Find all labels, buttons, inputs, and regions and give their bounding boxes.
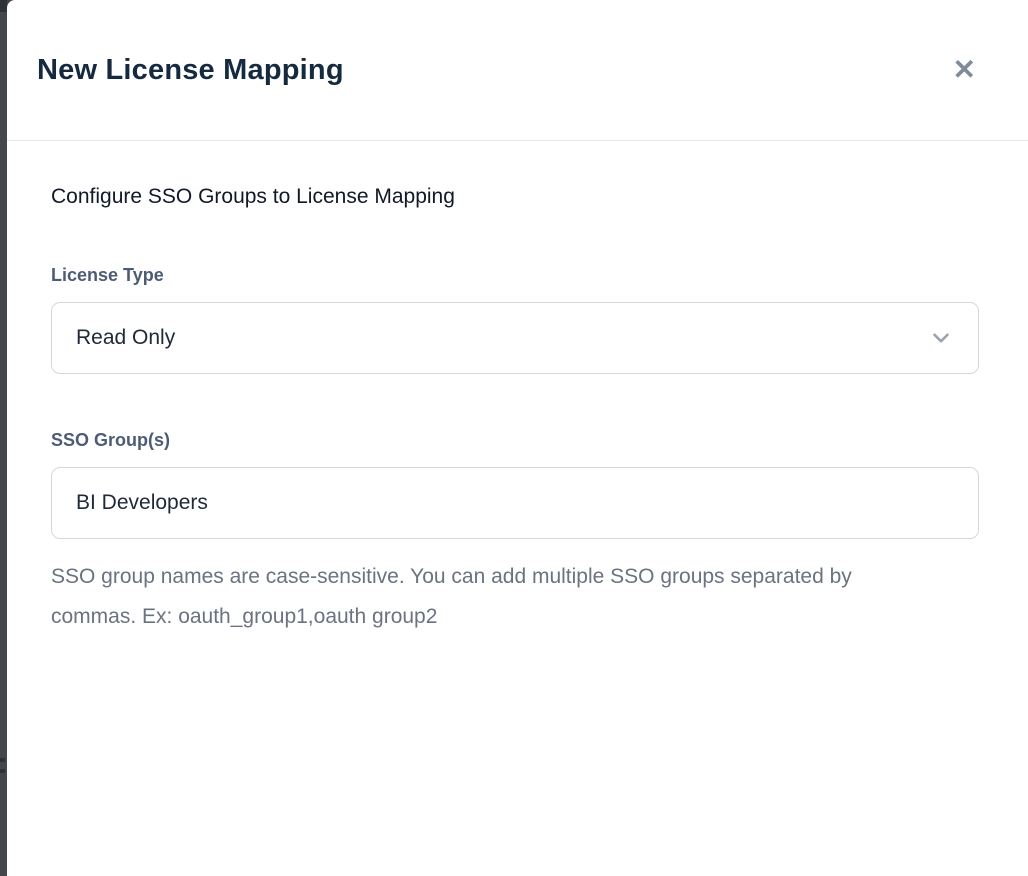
chevron-down-icon <box>928 325 954 351</box>
modal-body: Configure SSO Groups to License Mapping … <box>7 141 1028 637</box>
license-type-field: License Type Read Only <box>51 265 984 374</box>
modal-header: New License Mapping ✕ <box>7 0 1028 141</box>
sso-groups-input[interactable] <box>51 467 979 539</box>
sso-groups-help-text: SSO group names are case-sensitive. You … <box>51 557 931 637</box>
license-type-select[interactable]: Read Only <box>51 302 979 374</box>
license-type-selected-value: Read Only <box>76 326 175 350</box>
modal-title: New License Mapping <box>37 54 344 87</box>
screen: New License Mapping ✕ Configure SSO Grou… <box>0 0 1028 876</box>
sso-groups-field: SSO Group(s) SSO group names are case-se… <box>51 430 984 637</box>
license-type-label: License Type <box>51 265 984 286</box>
background-page-edge <box>0 0 7 12</box>
sso-groups-label: SSO Group(s) <box>51 430 984 451</box>
new-license-mapping-modal: New License Mapping ✕ Configure SSO Grou… <box>7 0 1028 876</box>
modal-subtitle: Configure SSO Groups to License Mapping <box>51 185 984 209</box>
close-icon[interactable]: ✕ <box>949 52 980 88</box>
background-page-list-icon <box>0 758 5 792</box>
